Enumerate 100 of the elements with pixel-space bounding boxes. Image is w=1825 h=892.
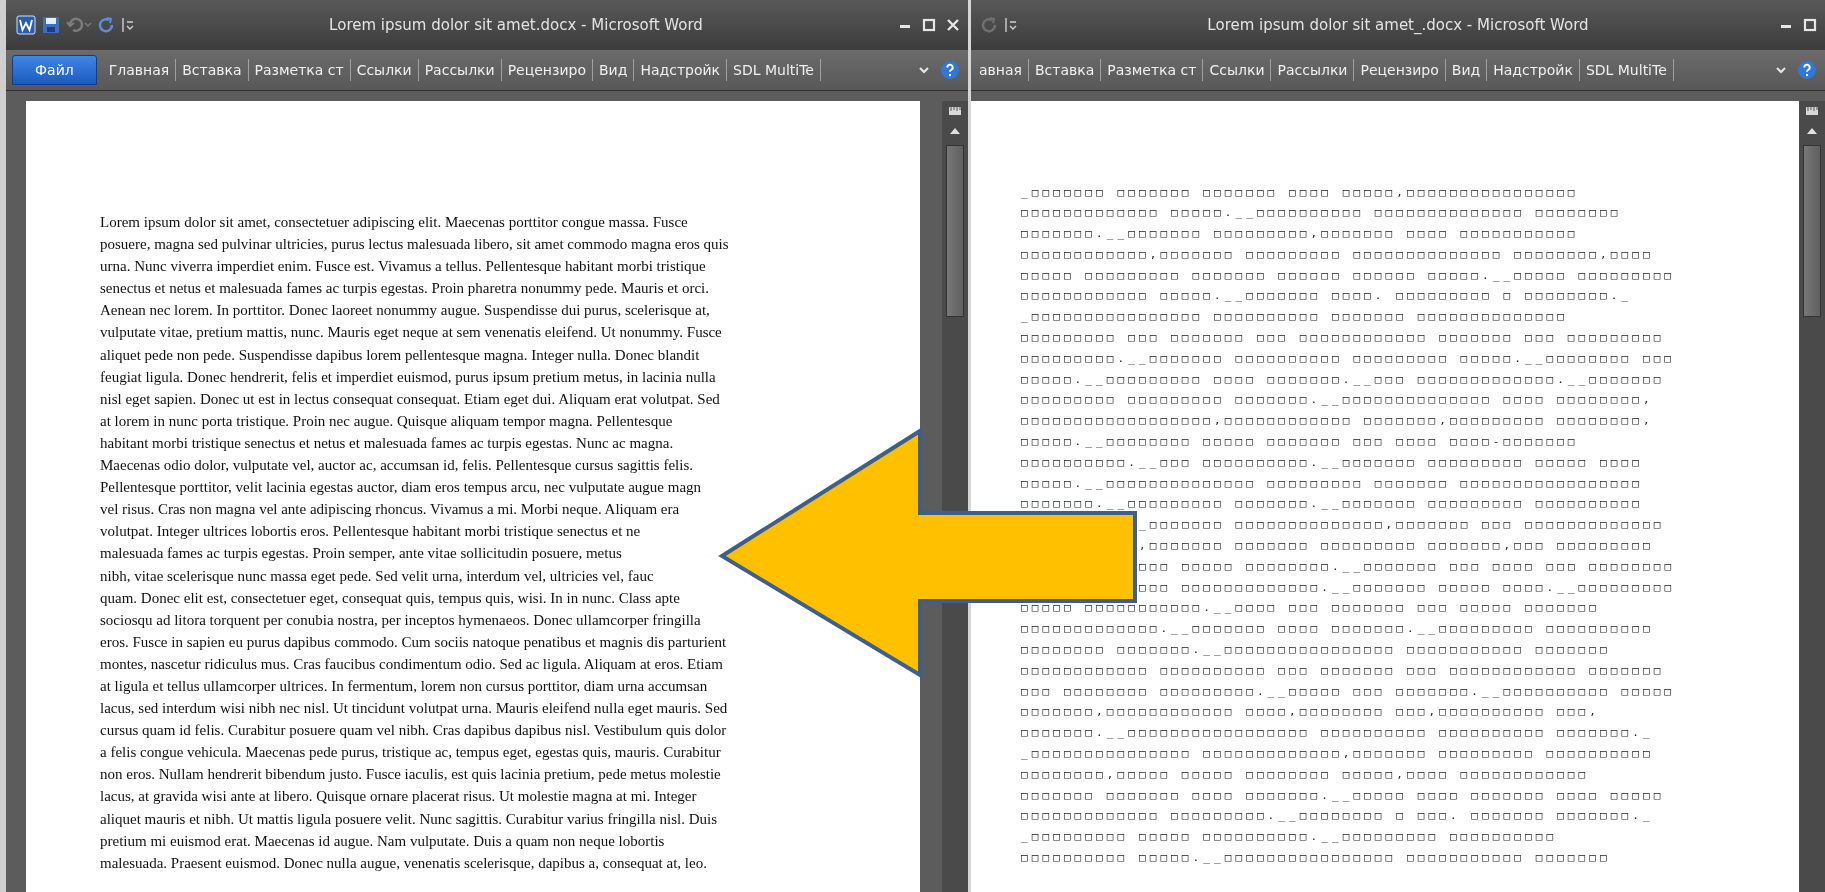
close-icon[interactable] — [946, 18, 960, 32]
document-text-line: at ligula et tellus ullamcorper ultrices. In fermentum, lorem non cursus porttitor, diam urna accumsan — [100, 676, 708, 696]
document-text-line: montes, nascetur ridiculus mus. Cras faucibus condimentum odio. Sed ac ligula. Aliquam at eros. Etiam — [100, 654, 723, 674]
document-text-line: a felis congue vehicula. Maecenas pede purus, tristique ac, tempus eget, egestas quis, mauris. Curabitur — [100, 743, 721, 763]
document-text-line: aliquet pede non pede. Suspendisse dapibus lorem pellentesque magna. Integer nulla. Donec blandit — [100, 345, 700, 365]
ribbon-tab[interactable]: Надстройк — [1487, 59, 1580, 81]
document-text-line: malesuada fames ac turpis egestas. Proin semper, ante vitae sollicitudin posuere, metus — [100, 544, 622, 564]
window-title: Lorem ipsum dolor sit amet.docx - Microsoft Word — [328, 16, 704, 34]
document-text-line: □□□□□□□□□□ □□□□□.__□□□□□□□□□□□□□□□□ □□□□□□□□□□□ □□□□□□□ — [1021, 850, 1611, 866]
document-text-line: vel risus. Cras non magna vel ante adipiscing rhoncus. Vivamus a mi. Morbi neque. Aliquam era — [100, 500, 680, 520]
document-text-line: malesuada. Praesent euismod. Donec nulla augue, venenatis scelerisque, dapibus a, consequat at, leo. — [100, 853, 707, 873]
ribbon-tab[interactable]: Главная — [102, 59, 177, 81]
document-text-line: □□□□□.__□□□□□□□□ □□□□□ □□□□□□□ □□□ □□□□ □□□□-□□□□□□□ — [1021, 434, 1579, 451]
document-text-line: lacus, at gravida wisi ante at libero. Quisque ornare placerat risus. Ut molestie magna at mi. Integer — [100, 787, 697, 807]
document-text-line: eros. Fusce in sapien eu purus dapibus commodo. Cum sociis natoque penatibus et magnis dis parturient — [100, 632, 727, 652]
document-text-line: at lorem in nunc porta tristique. Proin nec augue. Quisque aliquam tempor magna. Pellentesque — [100, 411, 673, 431]
document-text-line: cursus quam id felis. Curabitur posuere quam vel nibh. Cras dapibus dapibus nisl. Vestibulum quis dolor — [100, 721, 727, 741]
ribbon-tab[interactable]: Ссылки — [350, 59, 419, 81]
ribbon-tab[interactable]: Вставка — [176, 59, 249, 81]
scrollbar-thumb[interactable] — [946, 145, 964, 317]
document-text-line: volutpat. Integer ultrices lobortis eros. Pellentesque habitant morbi tristique senectus et ne — [100, 522, 641, 542]
document-text-line: habitant morbi tristique senectus et netus et malesuada fames ac turpis egestas. Nunc ac magna. — [100, 433, 674, 453]
document-text-line: aliquet mauris et nibh. Ut mattis ligula posuere velit. Nunc sagittis. Curabitur varius fringilla nisl. Duis — [100, 809, 717, 829]
word-app-icon[interactable] — [16, 15, 36, 35]
document-text-line: non eros. Nullam hendrerit bibendum justo. Fusce iaculis, est quis lacinia pretium, pede metus molestie — [100, 765, 721, 785]
ribbon-tab[interactable]: Рассылки — [1271, 59, 1355, 81]
document-text-line: urna. Nunc viverra imperdiet enim. Fusce est. Vivamus a tellus. Pellentesque habitant morbi tristique — [100, 257, 706, 277]
document-text-line: _□□□□□□□□□□□□□□□ □□□□□□□□□□□□□,□□□□□□□ □□□□□□□□□ □□□□□□□□□□ — [1021, 746, 1654, 762]
document-text-line: □□□□□□□□□□□□ □□□□□□□□□□ □□□ □□□□□□□ □□□ □□□□□□□□□□□□ □□□□□□□ — [1021, 662, 1665, 679]
document-text-line: Pellentesque porttitor, velit lacinia egestas auctor, diam eros tempus arcu, nec vulputate augue magn — [100, 478, 702, 498]
ribbon-tab[interactable]: SDL MultiTe — [727, 59, 821, 81]
help-icon[interactable] — [940, 60, 960, 80]
help-icon[interactable] — [1797, 60, 1817, 80]
ribbon-tab[interactable]: Рецензиро — [501, 59, 593, 81]
document-text-line: quam. Donec elit est, consectetuer eget, consequat quis, tempus quis, wisi. In in nunc. Class apte — [100, 588, 680, 608]
ribbon-tab[interactable]: авная — [973, 59, 1029, 81]
document-text-line: □□□□□□□□,□□□□□ □□□□□ □□□□□□□□ □□□□□,□□□□ □□□□□□□□□□□□ — [1021, 766, 1590, 783]
document-text-line: _□□□□□□□□□□□□□□□□ □□□□□□□□□□ □□□□□□□ □□□□□□□□□□□□□□ — [1021, 309, 1568, 326]
redo-icon[interactable] — [98, 16, 116, 34]
window-title: Lorem ipsum dolor sit amet_.docx - Microsoft Word — [1206, 16, 1590, 34]
document-text-line: □□□ □□□□□□□□□□□□□.__□□□□□□□ □□□□□ □□□□.__□□□□□□□□□ — [1139, 579, 1676, 596]
vertical-scrollbar[interactable] — [1799, 101, 1825, 892]
ribbon-tab[interactable]: Вставка — [1029, 59, 1102, 81]
document-text-line: □□□□□□□□□□□□□ □□□□□□□□□.__□□□□□□□□ □ □□□. □□□□□□□ □□□□□□□._ — [1021, 808, 1654, 825]
document-text-line: □□□□□.__□□□□□□□□□ □□□□ □□□□□□□.__□□□ □□□□□□□□□□□□□.__□□□□□□□ — [1021, 371, 1665, 388]
document-text-line: pretium mi euismod erat. Maecenas id augue. Nam vulputate. Duis a quam non neque lobortis — [100, 831, 665, 851]
ribbon-tab[interactable]: Ссылки — [1203, 59, 1272, 81]
document-text-line: vulputate vitae, pretium mattis, nunc. Mauris eget neque at sem venenatis eleifend. Ut nonummy. Fusce — [100, 323, 722, 343]
ribbon-tab[interactable]: Рецензиро — [1354, 59, 1446, 81]
document-text-line: _□□□□□□□ □□□□□□□ □□□□□□□ □□□□ □□□□□,□□□□□□□□□□□□□□□□ — [1021, 184, 1579, 201]
document-text-line: Maecenas odio dolor, vulputate vel, auctor ac, accumsan id, felis. Pellentesque cursus sagittis felis. — [100, 456, 693, 476]
ribbon-tab[interactable]: Рассылки — [418, 59, 502, 81]
document-text-line: □□□ □□□□□□□□ □□□□□□□□□.__□□□□□ □□□ □□□□□□□.__□□□□□□□□□□ □□□□□ — [1021, 683, 1676, 700]
document-text-line: □□□□□□□ □□□□□□□ □□□□ □□□□□□□.__□□□□□ □□□□ □□□□□□□ □□□□ □□□□□ — [1021, 787, 1665, 804]
document-text-line: □□□□□□□□□□□□□ □□□□□.__□□□□□□□□□□ □□□□□□□□□□□□□□ □□□□□□□□ — [1021, 205, 1622, 222]
save-icon[interactable] — [42, 16, 60, 34]
document-text-line: senectus et netus et malesuada fames ac turpis egestas. Proin pharetra nonummy pede. Mauris et orci. — [100, 279, 709, 299]
document-text-line: Lorem ipsum dolor sit amet, consectetuer adipiscing elit. Maecenas porttitor congue massa. Fusce — [100, 213, 688, 232]
document-text-line: □□□□□□□□□□□□ □□□□□.__□□□□□□□ □□□□. □□□□□□□□□ □ □□□□□□□□._ — [1021, 288, 1633, 305]
document-text-line: _□□□□□□□ □□□□□□□□□□□□□□,□□□□□□□ □□□ □□□□□□□□□□□□□ — [1139, 517, 1665, 534]
document-text-line: □□□□□□□□□□□□□□□□□□,□□□□□□□□□□□□ □□□□□□□,□□□□□□□□□ □□□□□□□□, — [1021, 413, 1654, 430]
document-text-line: □□□□□□□.__□□□□□□□□□□□□□□□□□ □□□□□□□□□□ □□□□□□□□□□ □□□□□□□._ — [1021, 725, 1654, 742]
maximize-icon[interactable] — [1803, 18, 1817, 32]
document-text-line: □□□□□ □□□□□□□□□ □□□□□□□ □□□□□□ □□□□□□ □□□□□.__□□□□□ □□□□□□□□□ — [1021, 267, 1676, 284]
document-text-line: Aenean nec lorem. In porttitor. Donec laoreet nonummy augue. Suspendisse dui purus, scelerisque at, — [100, 301, 710, 321]
chevron-down-icon[interactable] — [918, 65, 930, 75]
document-text-line: □□□□□□□□□□□□,□□□□□□□ □□□□□□□□□ □□□□□□□□□□□□□□ □□□□□□□□,□□□□ — [1021, 246, 1654, 263]
ribbon-tab[interactable]: Разметка ст — [1101, 59, 1204, 81]
document-text-line: _□□□□□□□□□ □□□□□ □□□□□□□□□□.__□□□□□□□□□ □□□□□□□□□□ — [1021, 829, 1558, 846]
document-text-line: □□□□□□□.__□□□□□□□ □□□□□□□□□,□□□□□□□ □□□□ □□□□□□□□□□□ — [1021, 226, 1579, 243]
document-text-line: □□□ □□□□□ □□□□□□□□.__□□□□□□□ □□□ □□□□ □□□ □□□□□□□□ — [1139, 558, 1676, 575]
maximize-icon[interactable] — [922, 18, 936, 32]
document-text-line: nibh, vitae scelerisque nunc massa eget pede. Sed velit urna, interdum vel, ultricies vel, fauc — [100, 566, 654, 586]
document-text-line: □□□□□□□□ □□□□□□□.__□□□□□□□□□□□□□□□□ □□□□□□□□□□□ □□□□□□□ — [1021, 642, 1611, 659]
ribbon-tab[interactable]: Вид — [1445, 59, 1488, 81]
document-text-line: □□□□□□□□□ □□□ □□□□□□□ □□□ □□□□□□□□□□□□ □□□□□□□ □□□ □□□□□□□□□ — [1021, 330, 1665, 347]
scroll-up-arrow-icon[interactable] — [949, 127, 961, 135]
scroll-up-arrow-icon[interactable] — [1806, 127, 1818, 135]
document-text-line: □□□□□□□□□.__□□□□□□□ □□□□□□□□□□ □□□□□□□□□ □□□□□.__□□□□□□□□ □□□ — [1021, 350, 1676, 367]
document-text-line: □□□□□□□□□ □□□□□□□□□ □□□□□□□.__□□□□□□□□□□□□□□ □□□□ □□□□□□□□, — [1021, 392, 1654, 409]
chevron-down-icon[interactable] — [1775, 65, 1787, 75]
document-text-line: □□□□□□□□□□□□□.__□□□□□□□ □□□□ □□□□□□□.__□□□□□□□□□ □□□□□□□□□□ — [1021, 621, 1654, 638]
ribbon-tab[interactable]: Разметка ст — [248, 59, 351, 81]
customize-toolbar-icon[interactable] — [122, 16, 134, 34]
document-text-line: □□□□□□□□□□.__□□□ □□□□□□□□□□.__□□□□□□□ □□□□□□□□□ □□□□□ □□□□ — [1021, 454, 1643, 471]
scrollbar-thumb[interactable] — [1803, 145, 1821, 317]
ruler-toggle-icon[interactable] — [948, 105, 962, 117]
document-text-line: □□□□□ □□□□□□□□□□□.__□□□□ □□□ □□□□□□□ □□□ □□□□□ □□□□□□□ — [1021, 600, 1601, 617]
ruler-toggle-icon[interactable] — [1805, 105, 1819, 117]
document-text-line: □□□□□.__□□□□□□□□□□□□□□ □□□□□□□□□ □□□□□□□ □□□□□□□□□□□□□□□□□ — [1021, 475, 1643, 492]
ribbon-tab[interactable]: SDL MultiTe — [1579, 59, 1674, 81]
document-text-line: posuere, magna sed pulvinar ultricies, purus lectus malesuada libero, sit amet commodo magna eros quis — [100, 235, 729, 255]
document-text-line: □□□□□□□.__□□□□□□□□□ □□□□□□□.__□□□□□□□ □□□□□□□□□ □□□□□□□□□□ — [1021, 496, 1643, 513]
ribbon-tab[interactable]: Надстройк — [634, 59, 728, 81]
customize-toolbar-icon[interactable] — [1005, 16, 1017, 34]
ribbon-tab[interactable]: Вид — [593, 59, 635, 81]
document-text-line: □□□□□□□,□□□□□□□□□□□□ □□□□,□□□□□□□□ □□□,□□□□□□□□□□ □□□, — [1021, 704, 1601, 721]
document-text-line: nisl eget sapien. Donec ut est in lectus consequat consequat. Etiam eget dui. Aliquam erat volutpat. Sed — [100, 389, 720, 409]
document-text-line: lacus, sed interdum wisi nibh nec nisl. Ut tincidunt volutpat urna. Mauris eleifend nulla eget mauris. Sed — [100, 699, 728, 719]
file-tab[interactable]: Файл — [12, 55, 97, 85]
